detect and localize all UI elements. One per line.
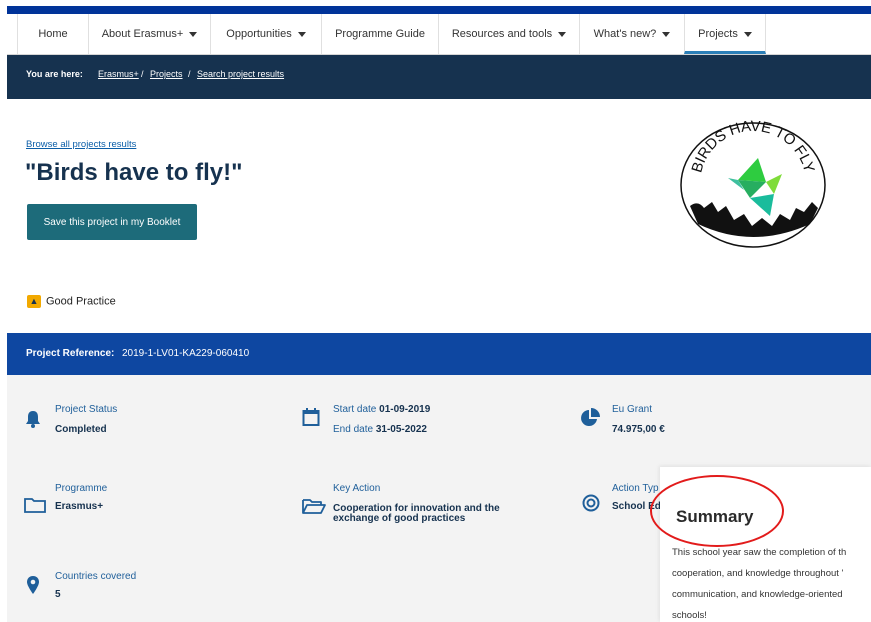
nav-opportunities[interactable]: Opportunities: [210, 14, 321, 54]
chevron-down-icon: [743, 31, 752, 37]
bell-icon: [26, 411, 40, 428]
breadcrumb-label: You are here:: [26, 69, 83, 79]
end-date-value: 31-05-2022: [375, 424, 427, 435]
thumbs-up-icon: ▲: [27, 295, 41, 308]
project-reference-bar: Project Reference: 2019-1-LV01-KA229-060…: [7, 333, 871, 375]
summary-text-line: cooperation, and knowledge throughout ': [672, 568, 844, 579]
project-status-label: Project Status: [55, 404, 118, 415]
action-type-label: Action Typ: [612, 483, 659, 494]
chevron-down-icon: [297, 31, 306, 37]
nav-home[interactable]: Home: [17, 14, 88, 54]
start-date-value: 01-09-2019: [379, 404, 431, 415]
eu-grant-label: Eu Grant: [612, 404, 653, 415]
reference-value: 2019-1-LV01-KA229-060410: [122, 348, 250, 359]
save-to-booklet-button[interactable]: Save this project in my Booklet: [27, 204, 197, 240]
chevron-down-icon: [662, 31, 671, 37]
nav-resources-tools[interactable]: Resources and tools: [438, 14, 579, 54]
start-date-row: Start date 01-09-2019: [333, 404, 430, 415]
countries-value: 5: [55, 589, 61, 600]
breadcrumb: You are here: Erasmus+ / Projects / Sear…: [7, 55, 871, 99]
top-accent-bar: [7, 6, 871, 14]
start-date-label: Start date: [333, 404, 377, 415]
end-date-label: End date: [333, 424, 374, 435]
browse-all-projects-link[interactable]: Browse all projects results: [26, 139, 136, 150]
calendar-icon: [302, 408, 320, 426]
map-pin-icon: [27, 576, 39, 594]
nav-resources-label: Resources and tools: [451, 28, 553, 40]
breadcrumb-erasmus[interactable]: Erasmus+: [98, 69, 139, 79]
breadcrumb-separator: /: [188, 69, 191, 79]
eu-grant-value: 74.975,00 €: [612, 424, 665, 435]
pie-chart-icon: [581, 408, 600, 426]
target-icon: [582, 494, 600, 512]
countries-label: Countries covered: [55, 571, 137, 582]
breadcrumb-projects[interactable]: Projects: [150, 69, 183, 79]
annotation-circle: [650, 475, 784, 547]
chevron-down-icon: [558, 31, 567, 37]
nav-whats-new[interactable]: What's new?: [579, 14, 684, 54]
nav-programme-guide[interactable]: Programme Guide: [321, 14, 438, 54]
chevron-down-icon: [189, 31, 198, 37]
good-practice-badge: ▲ Good Practice: [27, 295, 116, 308]
summary-text-line: schools!: [672, 610, 707, 621]
nav-whats-new-label: What's new?: [593, 28, 657, 40]
main-navigation: Home About Erasmus+ Opportunities Progra…: [7, 14, 871, 55]
nav-home-label: Home: [38, 28, 68, 40]
key-action-value-line2: exchange of good practices: [333, 513, 466, 524]
breadcrumb-separator: /: [141, 69, 144, 79]
nav-about-label: About Erasmus+: [101, 28, 184, 40]
project-status-value: Completed: [55, 424, 107, 435]
nav-programme-guide-label: Programme Guide: [335, 28, 425, 40]
nav-opportunities-label: Opportunities: [226, 28, 292, 40]
breadcrumb-search-results[interactable]: Search project results: [197, 69, 284, 79]
end-date-row: End date 31-05-2022: [333, 424, 427, 435]
summary-text-line: communication, and knowledge-oriented: [672, 589, 843, 600]
nav-projects-label: Projects: [698, 28, 738, 40]
nav-projects[interactable]: Projects: [684, 14, 766, 54]
good-practice-label: Good Practice: [46, 295, 116, 308]
summary-text-line: This school year saw the completion of t…: [672, 547, 847, 558]
page-title: "Birds have to fly!": [25, 159, 243, 186]
programme-label: Programme: [55, 483, 108, 494]
project-logo: BIRDS HAVE TO FLY: [680, 120, 826, 248]
folder-icon: [24, 498, 46, 513]
programme-value: Erasmus+: [55, 501, 104, 512]
folder-open-icon: [302, 499, 326, 514]
nav-about-erasmus[interactable]: About Erasmus+: [88, 14, 210, 54]
reference-label: Project Reference:: [26, 348, 115, 359]
key-action-label: Key Action: [333, 483, 381, 494]
